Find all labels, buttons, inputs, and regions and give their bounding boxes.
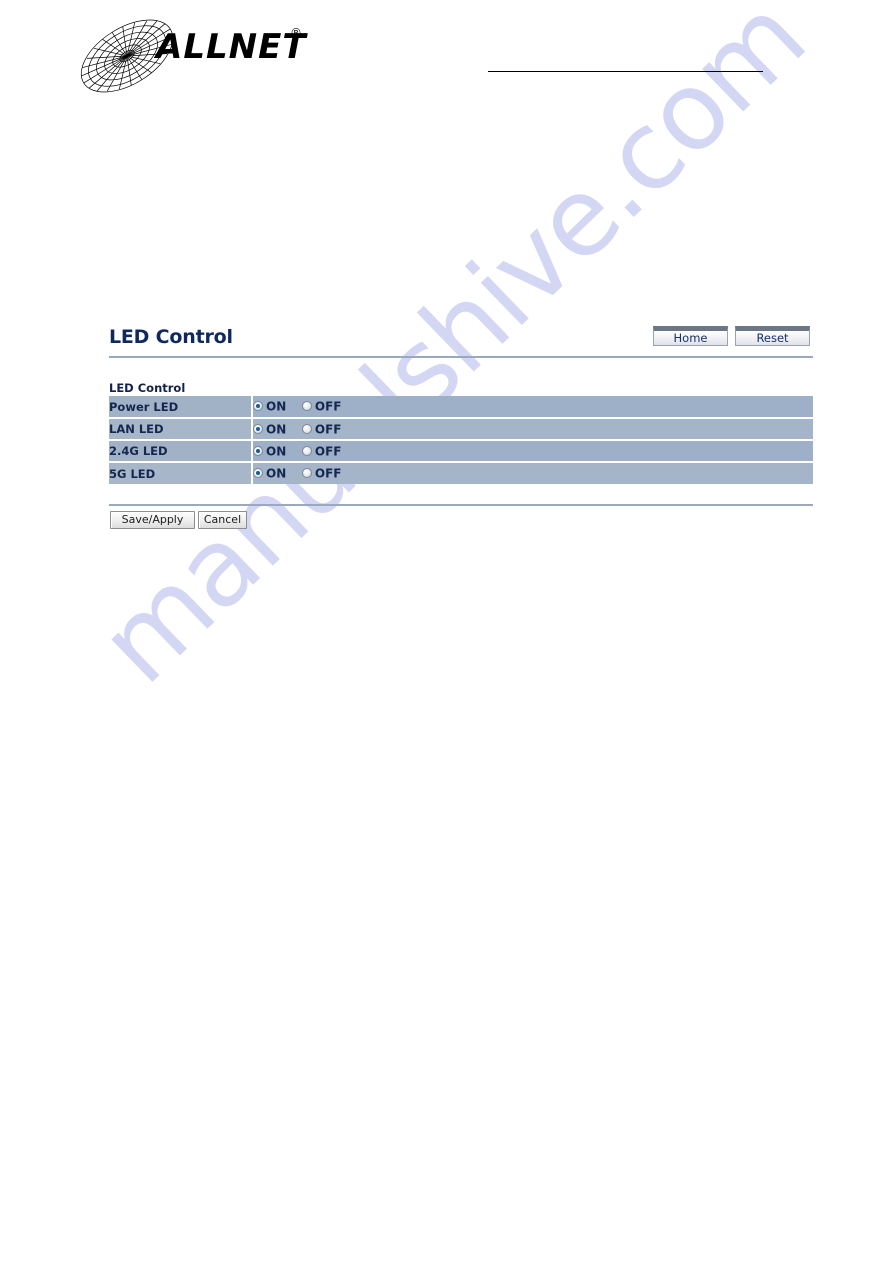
row-value-lan-led: ON OFF <box>252 418 813 441</box>
cancel-button[interactable]: Cancel <box>198 511 247 529</box>
row-label-power-led: Power LED <box>109 396 253 419</box>
radio-label-on: ON <box>266 444 287 459</box>
header-rule <box>488 71 763 72</box>
radio-group-lan-led: ON OFF <box>253 422 354 437</box>
bottom-divider <box>109 504 813 506</box>
radio-button-on-icon[interactable] <box>253 401 263 412</box>
radio-button-off-icon[interactable] <box>301 468 312 479</box>
radio-label-off: OFF <box>314 466 342 481</box>
radio-option-lan-led-off[interactable]: OFF <box>301 422 342 437</box>
radio-label-on: ON <box>266 422 287 437</box>
radio-label-on: ON <box>266 399 287 414</box>
radio-label-off: OFF <box>314 444 342 459</box>
registered-trademark-icon: ® <box>290 26 302 40</box>
page-watermark: manualshive.com <box>0 0 893 1263</box>
radio-option-5g-led-on[interactable]: ON <box>253 466 286 481</box>
row-label-5g-led: 5G LED <box>109 462 253 484</box>
radio-option-power-led-on[interactable]: ON <box>253 399 286 414</box>
brand-wordmark: ALLNET <box>156 27 307 67</box>
radio-group-5g-led: ON OFF <box>253 466 354 481</box>
row-value-power-led: ON OFF <box>252 396 813 419</box>
table-row: 2.4G LED ON OFF <box>109 440 813 463</box>
row-label-24g-led: 2.4G LED <box>109 440 253 463</box>
row-value-24g-led: ON OFF <box>252 440 813 463</box>
row-value-5g-led: ON OFF <box>252 462 813 484</box>
table-row: LAN LED ON OFF <box>109 418 813 441</box>
radio-group-24g-led: ON OFF <box>253 444 354 459</box>
radio-option-power-led-off[interactable]: OFF <box>301 399 342 414</box>
page-header: ALLNET ® <box>0 0 893 110</box>
reset-button[interactable]: Reset <box>735 326 810 346</box>
radio-button-on-icon[interactable] <box>253 423 263 434</box>
row-label-lan-led: LAN LED <box>109 418 253 441</box>
radio-button-off-icon[interactable] <box>301 401 312 412</box>
radio-label-on: ON <box>266 466 287 481</box>
radio-button-off-icon[interactable] <box>301 445 312 456</box>
radio-button-on-icon[interactable] <box>253 468 263 479</box>
radio-label-off: OFF <box>314 422 342 437</box>
table-row: Power LED ON OFF <box>109 396 813 419</box>
led-control-table: Power LED ON OFF LAN LED ON OFF 2.4G LED… <box>109 396 813 484</box>
radio-option-24g-led-off[interactable]: OFF <box>301 444 342 459</box>
radio-group-power-led: ON OFF <box>253 399 354 414</box>
table-row: 5G LED ON OFF <box>109 462 813 484</box>
save-apply-button[interactable]: Save/Apply <box>110 511 195 529</box>
section-label: LED Control <box>109 381 186 395</box>
radio-button-on-icon[interactable] <box>253 445 263 456</box>
brand-logo: ALLNET ® <box>72 10 312 102</box>
page-title: LED Control <box>109 326 233 348</box>
home-button[interactable]: Home <box>653 326 728 346</box>
radio-button-off-icon[interactable] <box>301 423 312 434</box>
radio-option-24g-led-on[interactable]: ON <box>253 444 287 459</box>
title-divider <box>109 356 813 358</box>
radio-label-off: OFF <box>314 399 342 414</box>
radio-option-5g-led-off[interactable]: OFF <box>301 466 342 481</box>
radio-option-lan-led-on[interactable]: ON <box>253 422 287 437</box>
